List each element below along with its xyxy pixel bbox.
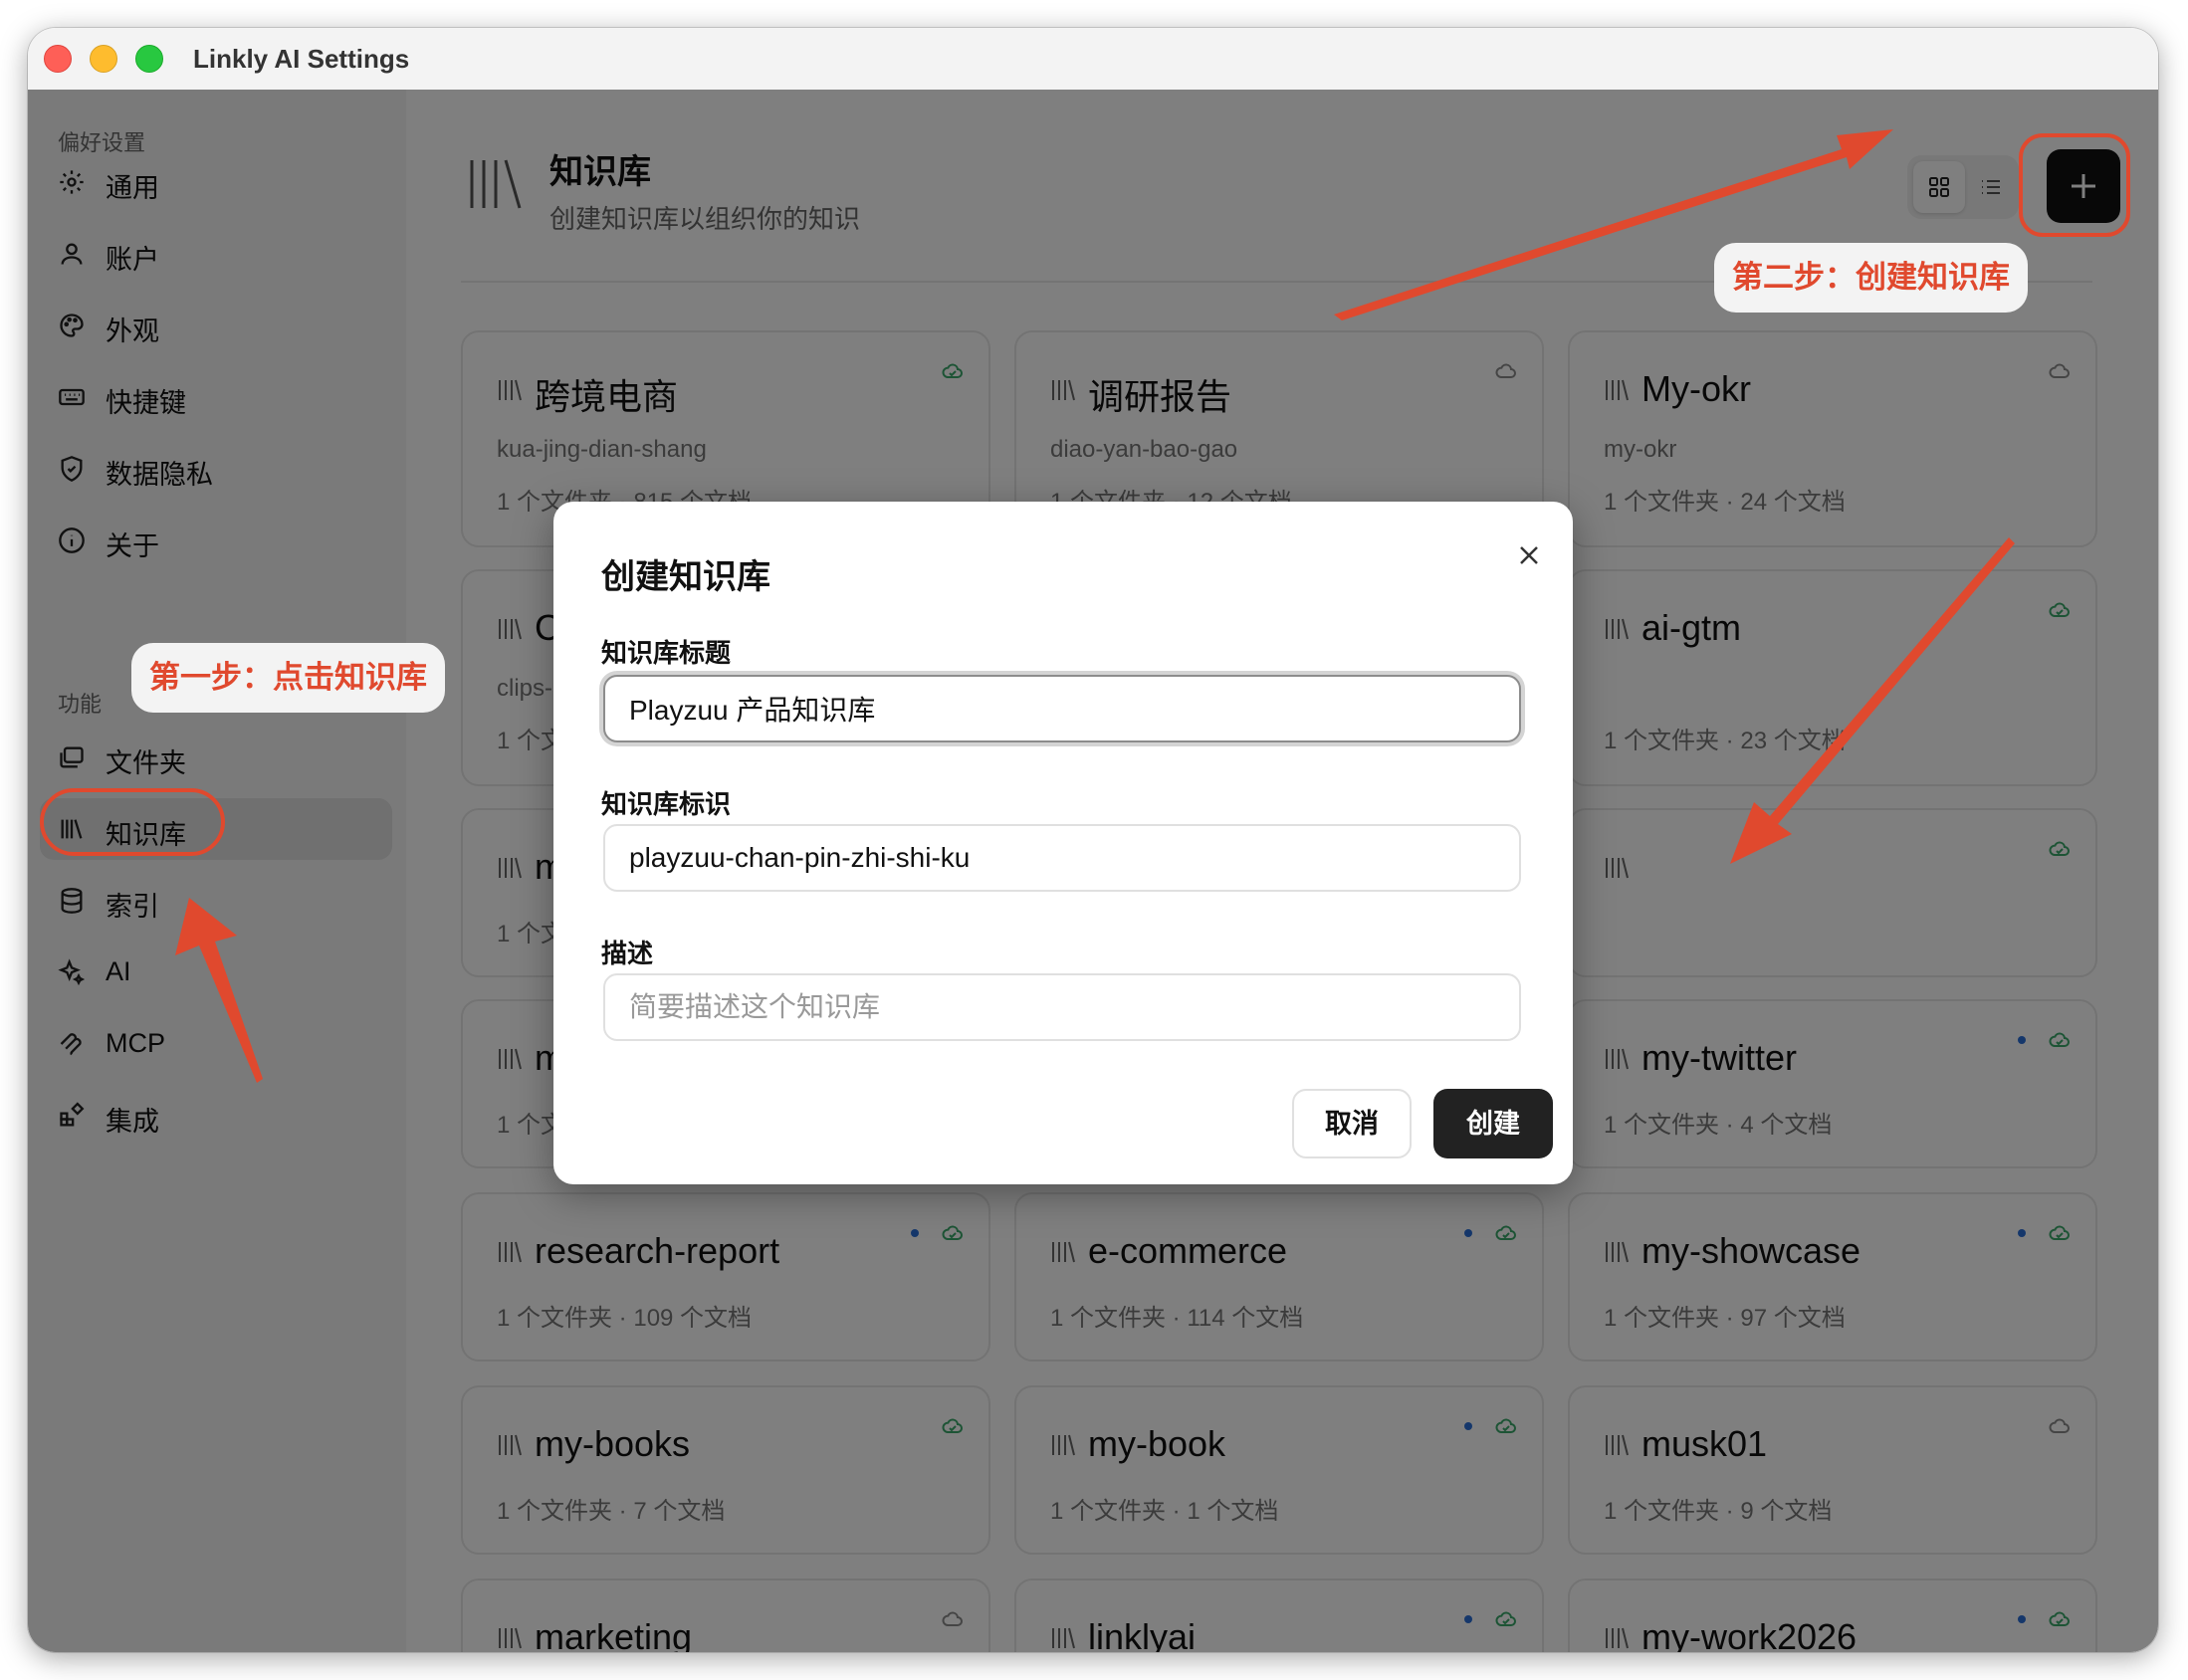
- title-bar: Linkly AI Settings: [28, 28, 2158, 91]
- step2-highlight-ring: [2019, 133, 2130, 237]
- zoom-window-button[interactable]: [135, 45, 163, 73]
- dialog-title: 创建知识库: [601, 558, 770, 596]
- description-input[interactable]: [603, 973, 1521, 1041]
- title-field-label: 知识库标题: [601, 638, 732, 668]
- description-field-label: 描述: [601, 939, 654, 968]
- minimize-window-button[interactable]: [90, 45, 117, 73]
- window-title: Linkly AI Settings: [193, 44, 410, 74]
- step1-highlight-ring: [40, 788, 225, 856]
- create-knowledge-base-dialog: 创建知识库 知识库标题 知识库标识 描述 取消 创建: [553, 502, 1573, 1184]
- title-input[interactable]: [603, 675, 1521, 742]
- identifier-field-label: 知识库标识: [601, 789, 732, 819]
- step1-callout: 第一步：点击知识库: [131, 643, 445, 713]
- close-icon[interactable]: [1511, 537, 1547, 573]
- cancel-button[interactable]: 取消: [1292, 1089, 1412, 1158]
- create-button[interactable]: 创建: [1433, 1089, 1553, 1158]
- identifier-input[interactable]: [603, 824, 1521, 892]
- step2-callout: 第二步：创建知识库: [1714, 243, 2028, 313]
- close-window-button[interactable]: [44, 45, 72, 73]
